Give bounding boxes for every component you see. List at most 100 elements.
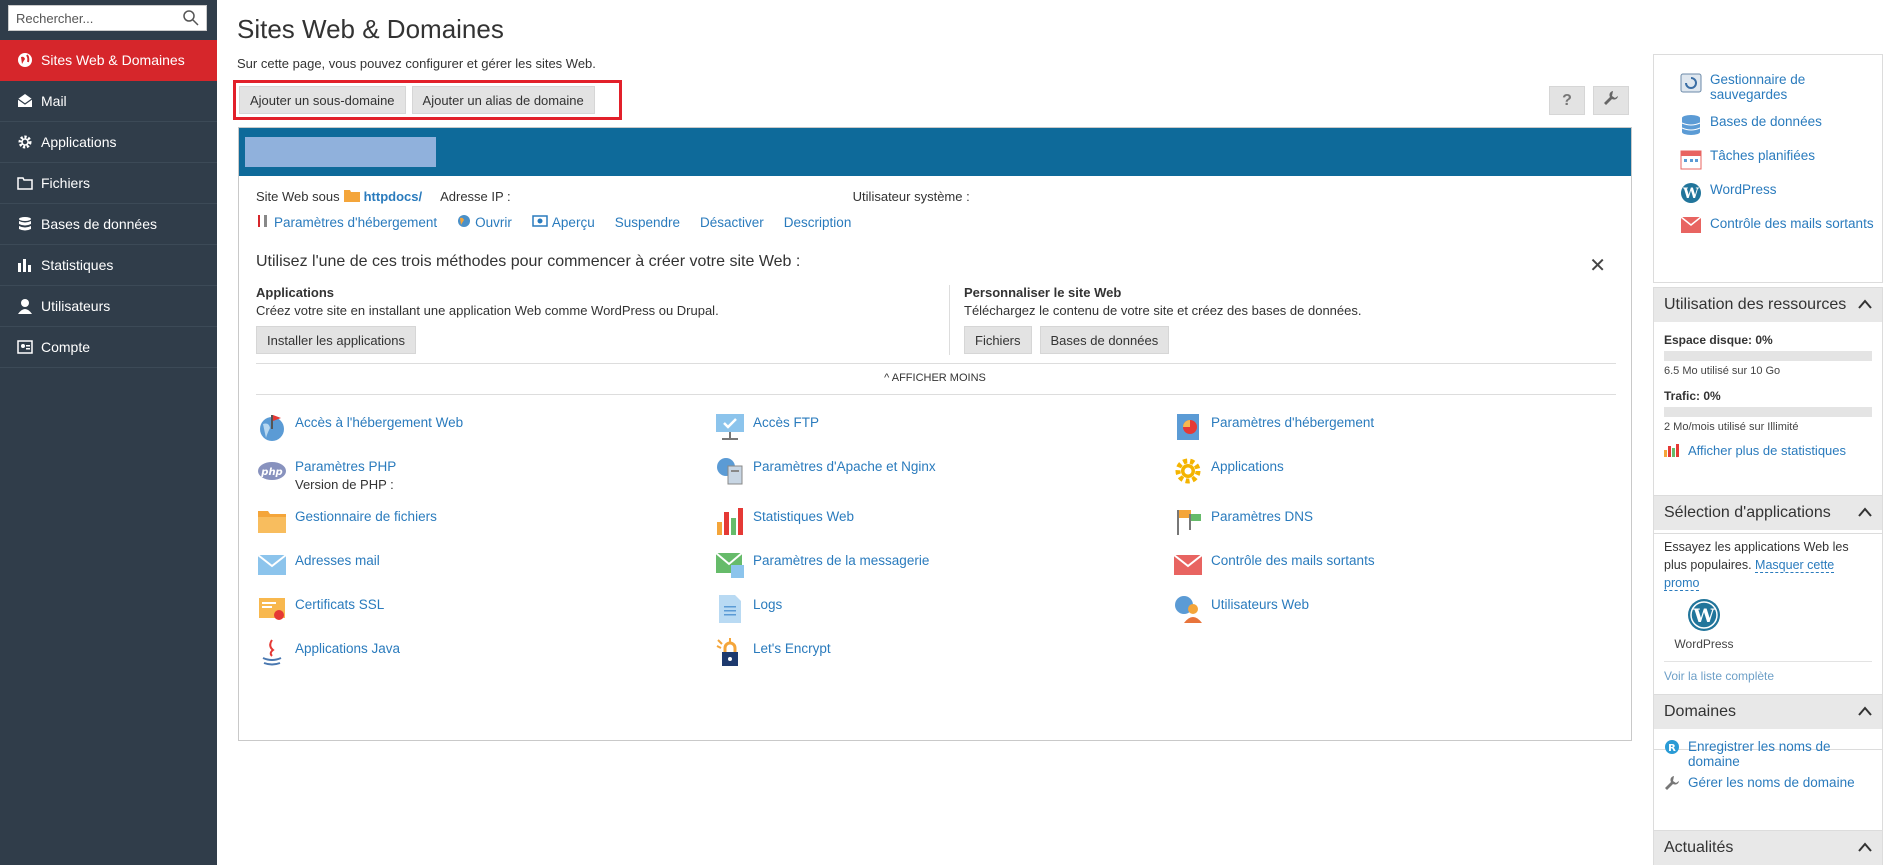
globe-flag-icon (256, 411, 288, 443)
java-icon (256, 637, 288, 669)
settings-button[interactable] (1593, 86, 1629, 115)
tool-file-manager[interactable]: Gestionnaire de fichiers (256, 505, 437, 537)
databases-link[interactable]: Bases de données (1680, 114, 1882, 136)
search-input[interactable] (9, 6, 179, 30)
description-link[interactable]: Description (784, 214, 852, 231)
tool-dns-settings[interactable]: Paramètres DNS (1172, 505, 1313, 537)
wordpress-app-label: WordPress (1674, 637, 1734, 651)
open-link[interactable]: Ouvrir (457, 214, 512, 231)
tool-applications[interactable]: Applications (1172, 455, 1284, 487)
close-icon[interactable]: ✕ (1589, 253, 1606, 278)
system-user-label: Utilisateur système : (852, 188, 970, 204)
scheduled-tasks-link[interactable]: Tâches planifiées (1680, 148, 1882, 170)
tool-label: Paramètres de la messagerie (753, 553, 930, 568)
sidebar-item-statistics[interactable]: Statistiques (0, 245, 217, 286)
add-subdomain-button[interactable]: Ajouter un sous-domaine (239, 86, 406, 114)
tool-web-statistics[interactable]: Statistiques Web (714, 505, 854, 537)
tool-mail-addresses[interactable]: Adresses mail (256, 549, 380, 581)
top-button-group: Ajouter un sous-domaine Ajouter un alias… (233, 80, 622, 120)
wrench-icon (1664, 775, 1680, 794)
sidebar-item-mail[interactable]: Mail (0, 81, 217, 122)
sidebar: Sites Web & Domaines Mail Applications F… (0, 0, 217, 865)
tool-web-hosting-access[interactable]: Accès à l'hébergement Web (256, 411, 463, 443)
hosting-settings-icon (1172, 411, 1204, 443)
sidebar-item-websites[interactable]: Sites Web & Domaines (0, 40, 217, 81)
help-icon: ? (1562, 91, 1572, 109)
outgoing-mail-control-link[interactable]: Contrôle des mails sortants (1680, 216, 1882, 238)
disable-link[interactable]: Désactiver (700, 214, 764, 231)
databases-button[interactable]: Bases de données (1039, 326, 1170, 354)
tool-apache-nginx-settings[interactable]: Paramètres d'Apache et Nginx (714, 455, 936, 487)
tool-hosting-settings[interactable]: Paramètres d'hébergement (1172, 411, 1374, 443)
sidebar-item-label: Compte (41, 339, 91, 355)
sidebar-item-users[interactable]: Utilisateurs (0, 286, 217, 327)
sidebar-item-label: Sites Web & Domaines (41, 52, 185, 68)
more-statistics-link[interactable]: Afficher plus de statistiques (1664, 443, 1872, 460)
chevron-up-icon[interactable] (1858, 296, 1872, 314)
chevron-up-icon[interactable] (1858, 703, 1872, 721)
suspend-link[interactable]: Suspendre (615, 214, 680, 231)
app-selection-header[interactable]: Sélection d'applications (1654, 496, 1882, 530)
preview-icon (532, 214, 548, 231)
register-domains-link[interactable]: R Enregistrer les noms de domaine (1664, 739, 1872, 769)
chevron-up-icon[interactable] (1858, 839, 1872, 857)
search-icon[interactable] (182, 9, 200, 27)
tool-lets-encrypt[interactable]: Let's Encrypt (714, 637, 831, 669)
divider (256, 394, 1616, 395)
tool-label: Utilisateurs Web (1211, 597, 1310, 612)
sidebar-item-account[interactable]: Compte (0, 327, 217, 368)
mail-settings-icon (714, 549, 746, 581)
app-selection-text: Essayez les applications Web les plus po… (1664, 538, 1872, 592)
chevron-up-icon: ^ (884, 372, 892, 384)
tool-ssl-certificates[interactable]: Certificats SSL (256, 593, 384, 625)
disk-usage-detail: 6.5 Mo utilisé sur 10 Go (1664, 365, 1781, 377)
tool-web-users[interactable]: Utilisateurs Web (1172, 593, 1309, 625)
preview-link[interactable]: Aperçu (532, 214, 595, 231)
tool-mail-settings[interactable]: Paramètres de la messagerie (714, 549, 929, 581)
resource-usage-header[interactable]: Utilisation des ressources (1654, 288, 1882, 322)
manage-domains-link[interactable]: Gérer les noms de domaine (1664, 775, 1872, 794)
hosting-settings-link[interactable]: Paramètres d'hébergement (256, 214, 437, 231)
sidebar-item-files[interactable]: Fichiers (0, 163, 217, 204)
full-list-link[interactable]: Voir la liste complète (1664, 669, 1774, 683)
httpdocs-link[interactable]: httpdocs/ (364, 189, 423, 204)
tool-logs[interactable]: Logs (714, 593, 782, 625)
open-label: Ouvrir (475, 215, 512, 230)
preview-label: Aperçu (551, 215, 595, 230)
domain-info-row: Site Web sous httpdocs/ Adresse IP : Uti… (256, 186, 1089, 206)
database-icon (1680, 114, 1702, 136)
scheduled-tasks-label: Tâches planifiées (1710, 148, 1816, 163)
user-icon (17, 298, 33, 314)
tools-icon (256, 214, 270, 231)
chevron-up-icon[interactable] (1858, 504, 1872, 522)
tool-label: Paramètres DNS (1211, 509, 1314, 524)
ftp-icon (714, 411, 746, 443)
disk-usage-bar (1664, 351, 1872, 361)
news-header[interactable]: Actualités (1654, 831, 1882, 865)
wordpress-link[interactable]: W WordPress (1680, 182, 1882, 204)
traffic-detail: 2 Mo/mois utilisé sur Illimité (1664, 421, 1799, 433)
sidebar-item-label: Statistiques (41, 257, 114, 273)
tool-php-settings[interactable]: php Paramètres PHP Version de PHP : (256, 455, 396, 492)
full-list-row: Voir la liste complète (1664, 661, 1872, 683)
add-domain-alias-button[interactable]: Ajouter un alias de domaine (411, 86, 595, 114)
registered-icon: R (1664, 739, 1680, 758)
tool-label: Logs (753, 597, 783, 612)
help-button[interactable]: ? (1549, 86, 1585, 115)
sidebar-item-databases[interactable]: Bases de données (0, 204, 217, 245)
tool-outgoing-mail-control[interactable]: Contrôle des mails sortants (1172, 549, 1375, 581)
show-less-toggle[interactable]: ^ AFFICHER MOINS (239, 372, 1631, 384)
domain-name[interactable] (245, 137, 436, 167)
sidebar-item-applications[interactable]: Applications (0, 122, 217, 163)
install-apps-button[interactable]: Installer les applications (256, 326, 417, 354)
sidebar-item-label: Utilisateurs (41, 298, 111, 314)
backup-manager-link[interactable]: Gestionnaire de sauvegardes (1680, 72, 1882, 102)
wordpress-app-tile[interactable]: W WordPress (1672, 598, 1736, 651)
tool-java-applications[interactable]: Applications Java (256, 637, 400, 669)
tool-ftp-access[interactable]: Accès FTP (714, 411, 819, 443)
log-file-icon (714, 593, 746, 625)
files-button[interactable]: Fichiers (964, 326, 1032, 354)
backup-icon (1680, 72, 1702, 94)
php-version-label: Version de PHP : (295, 477, 394, 492)
domains-header[interactable]: Domaines (1654, 695, 1882, 729)
